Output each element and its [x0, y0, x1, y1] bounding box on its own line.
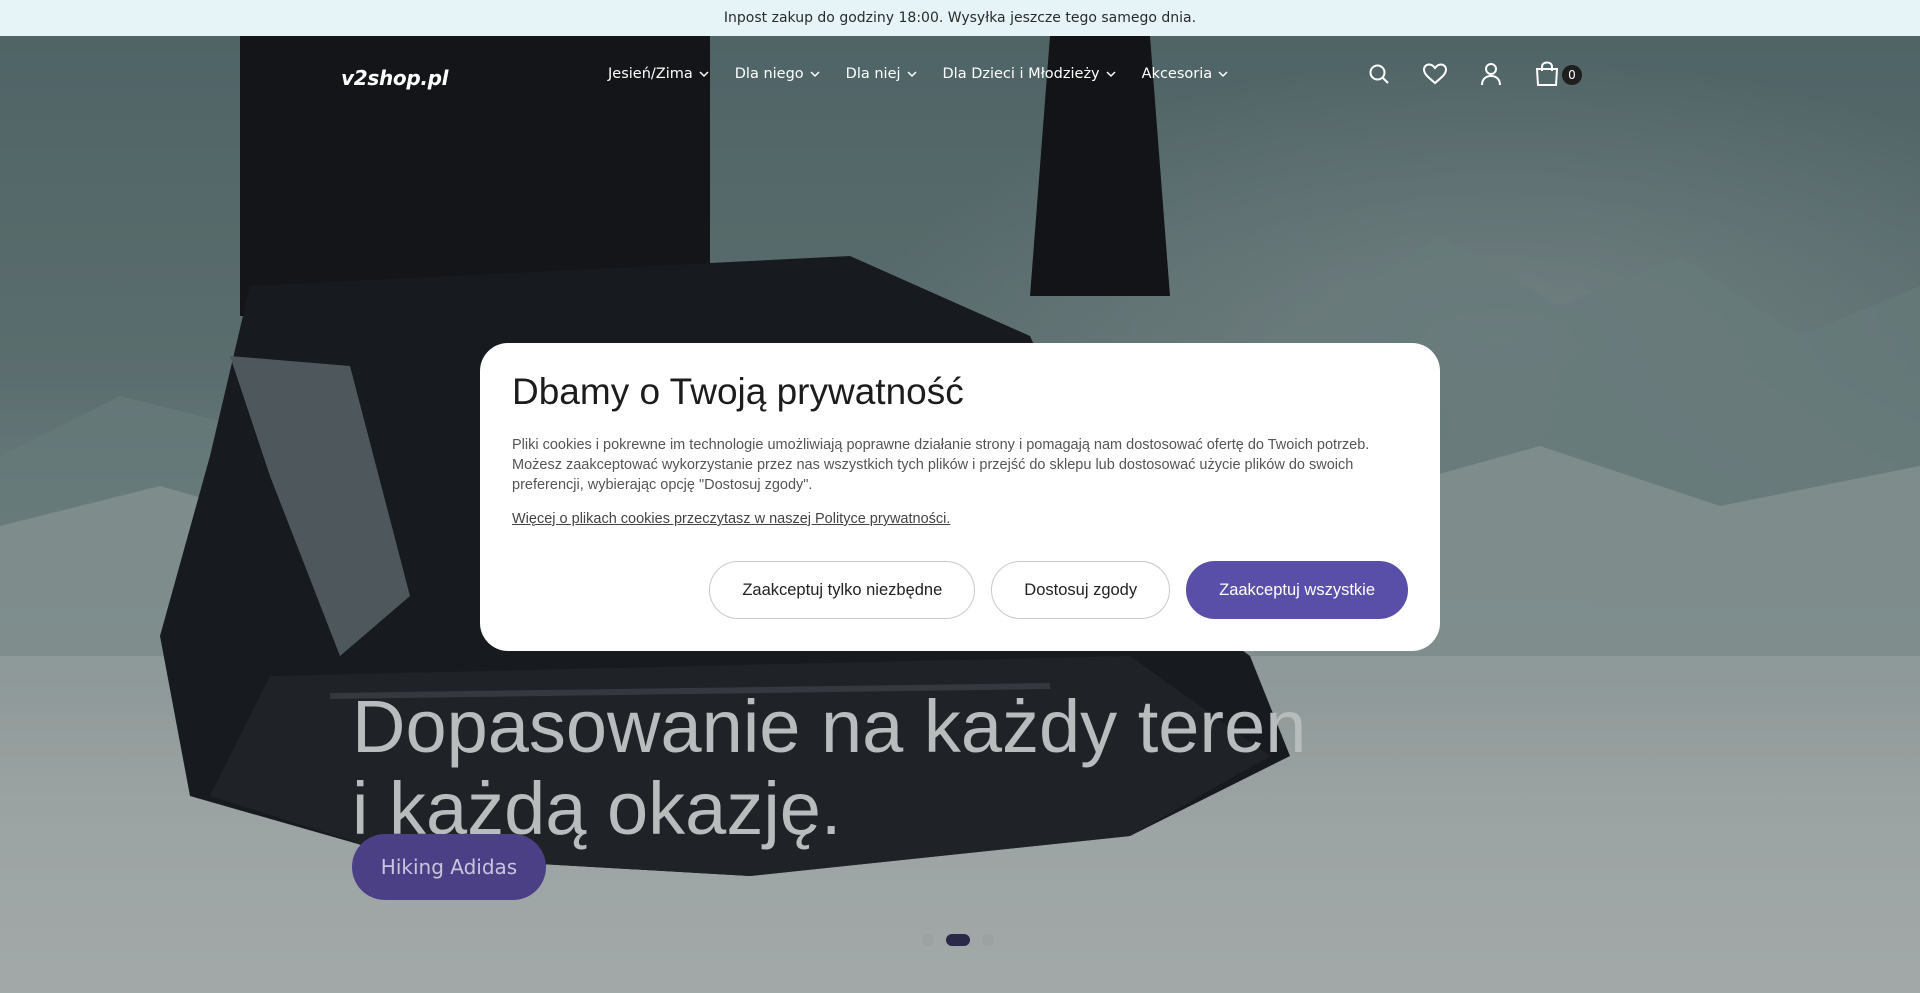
chevron-down-icon: [810, 71, 820, 78]
accept-all-button[interactable]: Zaakceptuj wszystkie: [1186, 561, 1408, 619]
slider-dots: [922, 934, 994, 946]
nav-item-label: Jesień/Zima: [608, 66, 693, 82]
main-nav: Jesień/Zima Dla niego Dla niej Dla Dziec…: [608, 66, 1228, 82]
site-logo[interactable]: v2shop.pl: [341, 66, 449, 90]
customize-consent-button[interactable]: Dostosuj zgody: [991, 561, 1171, 619]
cart-count-badge: 0: [1562, 65, 1582, 85]
search-icon: [1369, 64, 1389, 84]
hero-cta-button[interactable]: Hiking Adidas: [352, 834, 546, 900]
slider-dot-3[interactable]: [982, 934, 994, 946]
nav-item-label: Akcesoria: [1141, 66, 1213, 82]
wishlist-button[interactable]: [1422, 61, 1448, 87]
nav-item-dla-niej[interactable]: Dla niej: [846, 66, 917, 82]
cart-button[interactable]: 0: [1534, 60, 1582, 88]
cookie-dialog-body: Pliki cookies i pokrewne im technologie …: [512, 437, 1370, 493]
chevron-down-icon: [1106, 71, 1116, 78]
hero-headline: Dopasowanie na każdy teren i każdą okazj…: [352, 686, 1306, 850]
chevron-down-icon: [906, 71, 917, 78]
user-icon: [1481, 63, 1501, 86]
search-button[interactable]: [1366, 61, 1392, 87]
heart-icon: [1422, 63, 1448, 85]
nav-item-dla-dzieci[interactable]: Dla Dzieci i Młodzieży: [943, 66, 1116, 82]
account-button[interactable]: [1478, 61, 1504, 87]
nav-item-label: Dla niej: [845, 66, 901, 82]
announcement-text: Inpost zakup do godziny 18:00. Wysyłka j…: [723, 10, 1197, 26]
nav-item-jesien-zima[interactable]: Jesień/Zima: [608, 66, 709, 82]
hero-headline-line-1: Dopasowanie na każdy teren: [352, 685, 1307, 768]
chevron-down-icon: [699, 71, 709, 78]
chevron-down-icon: [1218, 71, 1228, 78]
nav-item-akcesoria[interactable]: Akcesoria: [1142, 66, 1229, 82]
accept-necessary-button[interactable]: Zaakceptuj tylko niezbędne: [709, 561, 976, 619]
nav-item-dla-niego[interactable]: Dla niego: [735, 66, 820, 82]
slider-dot-2[interactable]: [946, 934, 970, 946]
privacy-policy-link[interactable]: Więcej o plikach cookies przeczytasz w n…: [512, 511, 950, 527]
nav-item-label: Dla Dzieci i Młodzieży: [942, 66, 1100, 82]
nav-item-label: Dla niego: [734, 66, 804, 82]
cookie-consent-dialog: Dbamy o Twoją prywatność Pliki cookies i…: [480, 343, 1440, 651]
cookie-dialog-actions: Zaakceptuj tylko niezbędne Dostosuj zgod…: [709, 561, 1408, 619]
cart-icon: [1535, 61, 1559, 86]
cookie-dialog-title: Dbamy o Twoją prywatność: [512, 371, 964, 412]
slider-dot-1[interactable]: [922, 934, 934, 946]
site-header: v2shop.pl Jesień/Zima Dla niego Dla niej…: [0, 36, 1920, 120]
announcement-bar: Inpost zakup do godziny 18:00. Wysyłka j…: [0, 0, 1920, 36]
header-actions: 0: [1366, 60, 1582, 88]
